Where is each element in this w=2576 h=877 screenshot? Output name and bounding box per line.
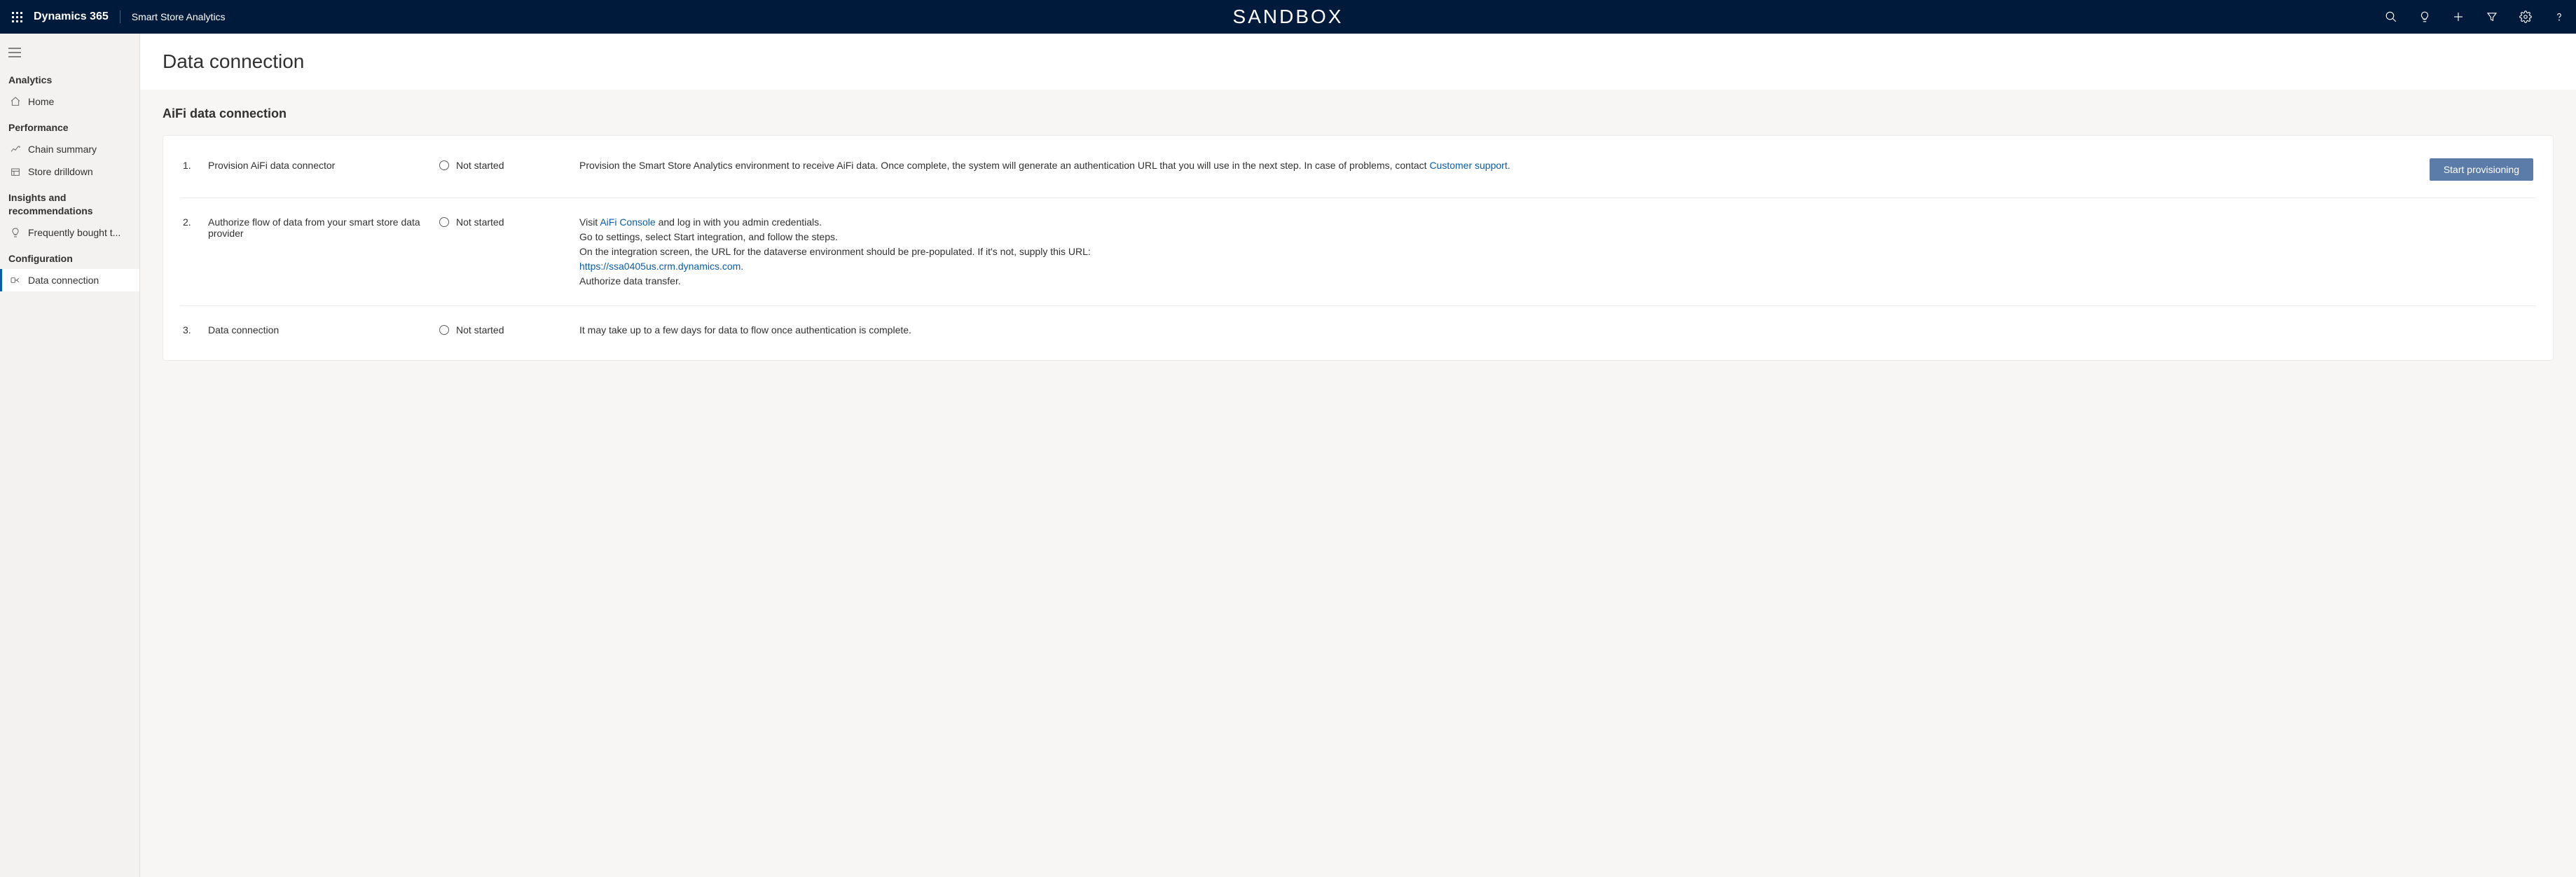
step-description: Provision the Smart Store Analytics envi… [579,158,2414,173]
step-status: Not started [439,323,579,336]
chart-line-icon [10,144,21,155]
section-heading: AiFi data connection [163,106,2554,121]
sidebar-item-label: Chain summary [28,144,97,155]
steps-card: 1. Provision AiFi data connector Not sta… [163,135,2554,361]
sidebar-section-performance: Performance [0,113,139,138]
header-actions [2374,0,2576,34]
aifi-console-link[interactable]: AiFi Console [600,216,655,228]
home-icon [10,96,21,107]
status-text: Not started [456,216,504,228]
main-content: Data connection AiFi data connection 1. … [140,34,2576,877]
sidebar-toggle[interactable] [0,42,139,65]
status-circle-icon [439,160,449,170]
sidebar-item-data-connection[interactable]: Data connection [0,269,139,291]
search-button[interactable] [2374,0,2408,34]
dataverse-url-link[interactable]: https://ssa0405us.crm.dynamics.com. [579,261,743,272]
question-icon [2553,11,2565,23]
sidebar: Analytics Home Performance Chain summary… [0,34,140,877]
gear-icon [2519,11,2532,23]
brand-name[interactable]: Dynamics 365 [34,11,120,23]
step-description: Visit AiFi Console and log in with you a… [579,215,2414,289]
add-button[interactable] [2441,0,2475,34]
page-title: Data connection [140,34,2576,90]
sidebar-item-frequently-bought[interactable]: Frequently bought t... [0,221,139,244]
hamburger-icon [8,48,21,57]
sidebar-item-label: Data connection [28,275,99,286]
step-number: 3. [183,323,208,336]
idea-button[interactable] [2408,0,2441,34]
step-number: 1. [183,158,208,171]
step-status: Not started [439,158,579,171]
lightbulb-icon [10,227,21,238]
store-icon [10,166,21,177]
app-name[interactable]: Smart Store Analytics [120,11,226,22]
help-button[interactable] [2542,0,2576,34]
sidebar-item-home[interactable]: Home [0,90,139,113]
step-row-1: 1. Provision AiFi data connector Not sta… [163,141,2553,198]
sidebar-item-label: Home [28,96,54,107]
step-title: Data connection [208,323,439,336]
sidebar-item-store-drilldown[interactable]: Store drilldown [0,160,139,183]
customer-support-link[interactable]: Customer support. [1429,160,1510,171]
sidebar-item-label: Frequently bought t... [28,227,120,238]
sidebar-section-analytics: Analytics [0,65,139,90]
status-text: Not started [456,160,504,171]
status-circle-icon [439,217,449,227]
sidebar-item-label: Store drilldown [28,166,93,177]
sidebar-item-chain-summary[interactable]: Chain summary [0,138,139,160]
sidebar-section-configuration: Configuration [0,244,139,269]
step-title: Provision AiFi data connector [208,158,439,171]
step-description: It may take up to a few days for data to… [579,323,2414,338]
lightbulb-icon [2418,11,2431,23]
status-text: Not started [456,324,504,336]
filter-button[interactable] [2475,0,2509,34]
sidebar-section-insights: Insights and recommendations [0,183,139,221]
step-status: Not started [439,215,579,228]
status-circle-icon [439,325,449,335]
filter-icon [2486,11,2498,23]
start-provisioning-button[interactable]: Start provisioning [2430,158,2533,181]
step-number: 2. [183,215,208,228]
content-area: AiFi data connection 1. Provision AiFi d… [140,90,2576,877]
app-header: Dynamics 365 Smart Store Analytics SANDB… [0,0,2576,34]
settings-button[interactable] [2509,0,2542,34]
connection-icon [10,275,21,286]
environment-badge: SANDBOX [1233,6,1344,28]
plus-icon [2452,11,2465,23]
search-icon [2385,11,2397,23]
waffle-icon [12,12,22,22]
step-row-3: 3. Data connection Not started It may ta… [163,306,2553,354]
app-launcher-waffle[interactable] [0,0,34,34]
step-row-2: 2. Authorize flow of data from your smar… [163,198,2553,305]
step-title: Authorize flow of data from your smart s… [208,215,439,239]
